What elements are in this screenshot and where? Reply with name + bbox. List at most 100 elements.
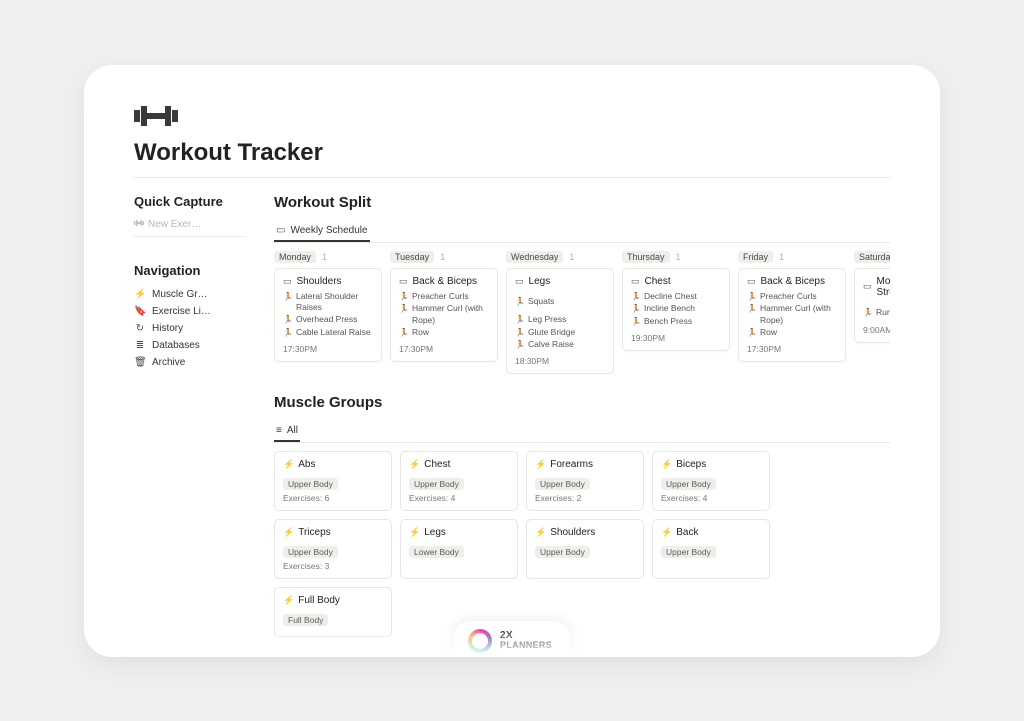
mg-name: Legs xyxy=(424,527,446,538)
runner-icon: 🏃 xyxy=(515,297,525,308)
workout-card[interactable]: ▭Back & Biceps🏃Preacher Curls🏃Hammer Cur… xyxy=(738,268,846,363)
workout-split-heading: Workout Split xyxy=(274,194,890,211)
card-title: Back & Biceps xyxy=(413,276,477,287)
card-title-row: ▭Mobility & Stretching xyxy=(863,276,890,298)
tab-weekly-schedule[interactable]: ▭ Weekly Schedule xyxy=(274,221,370,242)
mg-title-row: ⚡ Triceps xyxy=(283,527,383,538)
runner-icon: 🏃 xyxy=(515,340,525,351)
mg-name: Abs xyxy=(298,459,315,470)
day-pill: Thursday xyxy=(622,251,670,263)
exercise-item: 🏃Decline Chest xyxy=(631,291,721,303)
runner-icon: 🏃 xyxy=(515,328,525,339)
exercise-item: 🏃Glute Bridge xyxy=(515,327,605,339)
sidebar-item[interactable]: ≣Databases xyxy=(134,337,246,354)
runner-icon: 🏃 xyxy=(399,328,409,339)
navigation-heading: Navigation xyxy=(134,263,246,278)
board-column: Thursday1▭Chest🏃Decline Chest🏃Incline Be… xyxy=(622,251,730,375)
muscle-group-card[interactable]: ⚡LegsLower Body xyxy=(400,519,518,579)
runner-icon: 🏃 xyxy=(631,292,641,303)
bolt-icon: ⚡ xyxy=(283,527,294,538)
card-time: 9:00AM xyxy=(863,325,890,335)
page-title: Workout Tracker xyxy=(134,139,890,167)
exercise-item: 🏃Squats xyxy=(515,296,554,308)
runner-icon: 🏃 xyxy=(631,304,641,315)
mg-name: Full Body xyxy=(298,595,340,606)
exercise-list: 🏃Decline Chest🏃Incline Bench🏃Bench Press xyxy=(631,291,721,328)
mg-title-row: ⚡Shoulders xyxy=(535,527,635,538)
card-time: 17:30PM xyxy=(283,344,373,354)
region-pill: Upper Body xyxy=(661,478,716,490)
muscle-group-card[interactable]: ⚡Full BodyFull Body xyxy=(274,587,392,637)
sidebar-item[interactable]: 🗑Archive xyxy=(134,354,246,371)
column-header: Friday1 xyxy=(738,251,846,263)
region-pill: Upper Body xyxy=(283,546,338,558)
mg-title-row: ⚡ Legs xyxy=(409,527,509,538)
muscle-group-card[interactable]: ⚡ChestUpper BodyExercises: 4 xyxy=(400,451,518,511)
muscle-group-card[interactable]: ⚡Shoulders Upper Body xyxy=(526,519,644,579)
card-title: Back & Biceps xyxy=(761,276,825,287)
day-pill: Tuesday xyxy=(390,251,434,263)
mg-title-row: ⚡Abs xyxy=(283,459,383,470)
exercise-item: 🏃Hammer Curl (with Rope) xyxy=(399,303,489,326)
board-column: Wednesday1▭Legs🏃Squats🏃Leg Press🏃Glute B… xyxy=(506,251,614,375)
mg-count: Exercises: 4 xyxy=(661,493,761,503)
workout-card[interactable]: ▭Back & Biceps🏃Preacher Curls🏃Hammer Cur… xyxy=(390,268,498,363)
column-header: Wednesday1 xyxy=(506,251,614,263)
calendar-icon: ▭ xyxy=(276,225,285,236)
muscle-group-card[interactable]: ⚡ Biceps Upper Body Exercises: 4 xyxy=(652,451,770,511)
runner-icon: 🏃 xyxy=(399,292,409,303)
bolt-icon: ⚡ xyxy=(661,459,672,470)
exercise-list: 🏃Preacher Curls🏃Hammer Curl (with Rope)🏃… xyxy=(747,291,837,340)
board-column: Saturday ▭Mobility & Stretching 🏃Running 9:… xyxy=(854,251,890,375)
muscle-group-card[interactable]: ⚡AbsUpper BodyExercises: 6 xyxy=(274,451,392,511)
mg-title-row: ⚡Forearms xyxy=(535,459,635,470)
sidebar-item[interactable]: 🔖Exercise Li… xyxy=(134,303,246,320)
region-pill: Upper Body xyxy=(535,546,590,558)
exercise-item: 🏃Preacher Curls xyxy=(747,291,837,303)
sidebar-item[interactable]: ↻History xyxy=(134,320,246,337)
new-exercise-button[interactable]: New Exer… xyxy=(134,217,246,237)
sidebar-item-label: Muscle Gr… xyxy=(152,289,208,300)
day-pill: Saturday xyxy=(854,251,890,263)
exercise-item: 🏃Overhead Press xyxy=(283,314,373,326)
exercise-item: 🏃Running xyxy=(863,307,890,319)
sidebar: Quick Capture New Exer… Navigation ⚡Musc… xyxy=(134,194,246,638)
runner-icon: 🏃 xyxy=(283,292,293,303)
column-count: 1 xyxy=(440,252,445,262)
tab-label: Weekly Schedule xyxy=(290,225,367,236)
workout-card[interactable]: ▭Mobility & Stretching 🏃Running 9:00AM xyxy=(854,268,890,343)
card-time: 18:30PM xyxy=(515,356,605,366)
brand-ring-icon xyxy=(468,629,492,653)
app-window: Workout Tracker Quick Capture New Exer… … xyxy=(84,65,940,657)
bolt-icon: ⚡ xyxy=(409,459,420,470)
workout-card[interactable]: ▭Chest🏃Decline Chest🏃Incline Bench🏃Bench… xyxy=(622,268,730,351)
bolt-icon: ⚡ xyxy=(409,527,420,538)
runner-icon: 🏃 xyxy=(515,315,525,326)
card-title: Chest xyxy=(645,276,671,287)
runner-icon: 🏃 xyxy=(747,328,757,339)
sidebar-item-label: Exercise Li… xyxy=(152,306,211,317)
exercise-item: 🏃Calve Raise xyxy=(515,339,605,351)
sidebar-item[interactable]: ⚡Muscle Gr… xyxy=(134,286,246,303)
exercise-item: 🏃Row xyxy=(399,327,489,339)
workout-card[interactable]: ▭Shoulders🏃Lateral Shoulder Raises🏃Overh… xyxy=(274,268,382,363)
workout-split-tabs: ▭ Weekly Schedule xyxy=(274,221,890,243)
workout-card[interactable]: ▭Legs🏃Squats🏃Leg Press🏃Glute Bridge🏃Calv… xyxy=(506,268,614,375)
mg-name: Triceps xyxy=(298,527,330,538)
runner-icon: 🏃 xyxy=(747,292,757,303)
mg-name: Biceps xyxy=(676,459,706,470)
card-title: Mobility & Stretching xyxy=(877,276,890,298)
mg-count: Exercises: 4 xyxy=(409,493,509,503)
muscle-group-card[interactable]: ⚡ForearmsUpper BodyExercises: 2 xyxy=(526,451,644,511)
muscle-group-card[interactable]: ⚡TricepsUpper BodyExercises: 3 xyxy=(274,519,392,579)
muscle-group-card[interactable]: ⚡BackUpper Body xyxy=(652,519,770,579)
bolt-icon: ⚡ xyxy=(283,595,294,606)
database-icon: ≣ xyxy=(134,340,146,351)
tab-all[interactable]: All xyxy=(274,421,300,442)
branding-badge[interactable]: 2X PLANNERS xyxy=(454,621,570,657)
list-icon xyxy=(276,425,282,436)
navigation-list: ⚡Muscle Gr…🔖Exercise Li…↻History≣Databas… xyxy=(134,286,246,371)
exercise-list: 🏃Preacher Curls🏃Hammer Curl (with Rope)🏃… xyxy=(399,291,489,340)
card-title-row: ▭Legs xyxy=(515,276,605,287)
board-column: Friday1▭Back & Biceps🏃Preacher Curls🏃Ham… xyxy=(738,251,846,375)
